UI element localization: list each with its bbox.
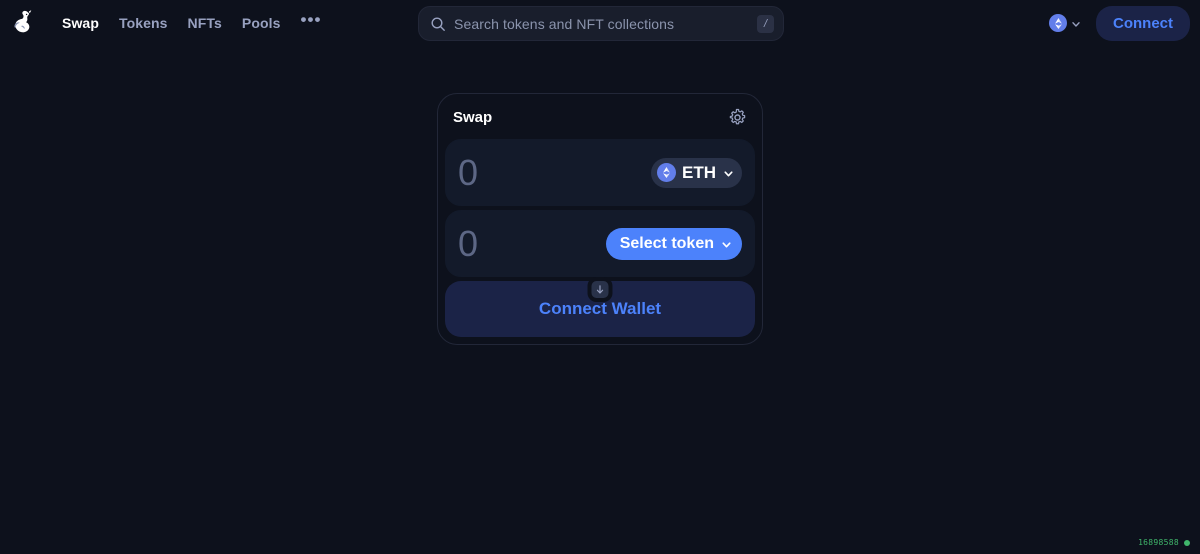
swap-input-panel: 0 ETH [445,139,755,206]
nav-link-swap[interactable]: Swap [52,9,109,37]
chevron-down-icon [720,238,732,250]
search-shortcut-key: / [757,14,774,33]
header-right: Connect [1043,5,1190,41]
chevron-down-icon [722,167,734,179]
block-number: 16898588 [1138,538,1179,547]
nav-link-pools[interactable]: Pools [232,9,291,37]
search-bar[interactable]: Search tokens and NFT collections / [418,6,784,41]
swap-output-panel: 0 Select token [445,210,755,277]
token-symbol-input: ETH [682,162,716,182]
header-nav-left: Swap Tokens NFTs Pools ••• [0,8,331,38]
token-selector-output[interactable]: Select token [605,227,742,260]
search-icon [430,16,446,32]
block-number-indicator[interactable]: 16898588 [1138,538,1190,547]
header-nav-links: Swap Tokens NFTs Pools ••• [52,9,331,37]
search-container: Search tokens and NFT collections / [418,6,784,41]
connect-button[interactable]: Connect [1096,5,1190,41]
search-input[interactable]: Search tokens and NFT collections [454,16,757,32]
token-selector-input[interactable]: ETH [651,157,742,188]
swap-direction-button[interactable] [587,277,613,302]
chevron-down-icon [1070,17,1082,29]
gear-icon[interactable] [728,108,747,127]
nav-link-tokens[interactable]: Tokens [109,9,178,37]
arrow-down-icon [596,285,604,294]
swap-card-header: Swap [445,101,755,139]
eth-logo-icon [657,163,676,182]
eth-logo-icon [1049,14,1067,32]
nav-link-nfts[interactable]: NFTs [178,9,232,37]
page-title: Swap [453,109,493,126]
chain-selector[interactable] [1043,10,1088,36]
swap-input-amount[interactable]: 0 [458,154,651,191]
more-menu-icon[interactable]: ••• [291,11,332,33]
swap-card: Swap 0 ETH 0 Select token Connect Wallet [437,93,763,345]
live-dot-icon [1184,539,1190,546]
token-symbol-output: Select token [619,234,714,252]
swap-output-amount[interactable]: 0 [458,225,606,262]
uniswap-unicorn-logo[interactable] [8,8,38,38]
